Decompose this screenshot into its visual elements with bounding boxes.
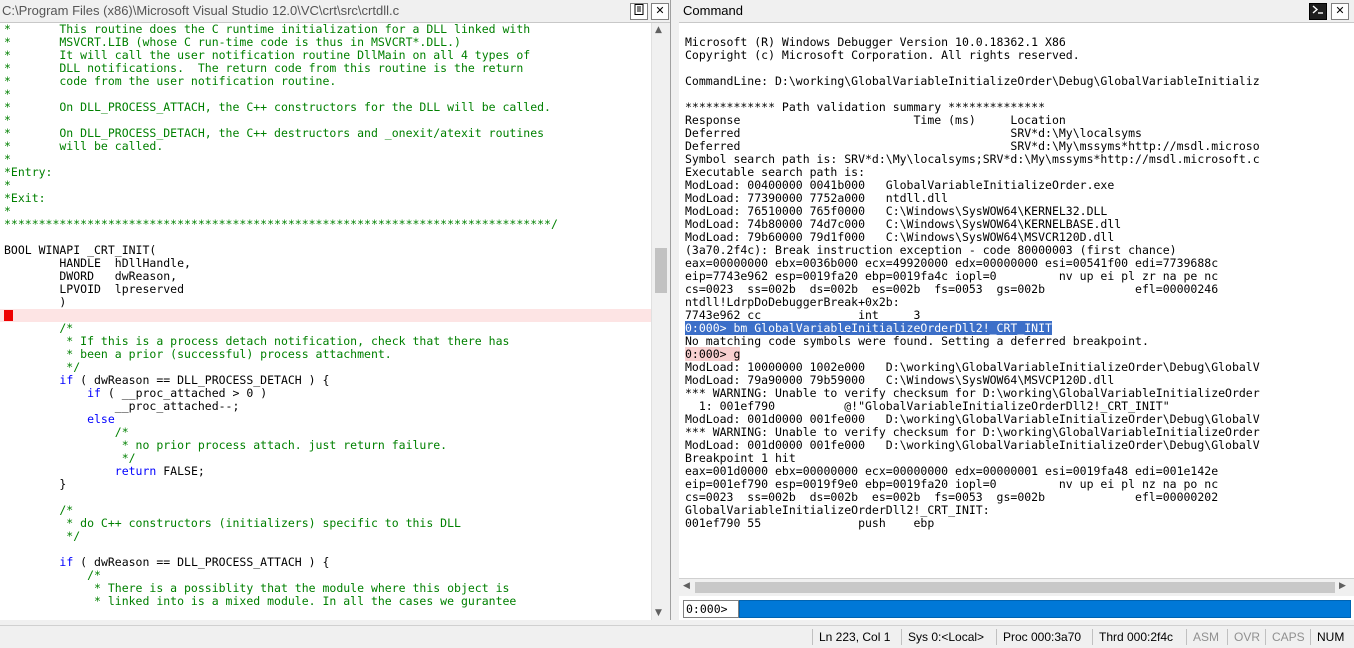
debugger-output: Microsoft (R) Windows Debugger Version 1… [679,23,1354,543]
output-line: No matching code symbols were found. Set… [685,334,1149,348]
output-line: Copyright (c) Microsoft Corporation. All… [685,48,1080,62]
command-title: Command [683,3,743,18]
source-vertical-scrollbar[interactable]: ▲ ▼ [651,23,670,620]
code-line: *Exit: [4,191,46,205]
command-output[interactable]: Microsoft (R) Windows Debugger Version 1… [679,23,1354,578]
code-line: return FALSE; [114,464,205,478]
code-line: *Entry: [4,165,53,179]
status-item: Thrd 000:2f4c [1092,629,1179,645]
status-bar: Ln 223, Col 1 Sys 0:<Local> Proc 000:3a70 T… [0,625,1354,648]
output-line: 001ef790 55 push ebp [685,516,935,530]
code-line: * [4,152,11,166]
code-line: * do C++ constructors (initializers) spe… [4,516,461,530]
scrollbar-thumb[interactable] [655,248,667,293]
code-line: * code from the user notification routin… [4,74,337,88]
pane-splitter[interactable] [671,0,679,620]
code-line [0,309,651,322]
scrollbar-thumb[interactable] [695,582,1335,593]
command-window: Command ✕ Microsoft (R) Windows Debugger… [679,0,1354,620]
source-code: * This routine does the C runtime initia… [0,23,651,608]
close-icon[interactable]: ✕ [651,3,669,20]
status-item: ASM [1186,629,1225,645]
code-line: ****************************************… [4,217,558,231]
status-item: NUM [1310,629,1350,645]
source-title: C:\Program Files (x86)\Microsoft Visual … [2,3,400,18]
status-item: CAPS [1265,629,1311,645]
command-titlebar: Command ✕ [679,0,1354,23]
code-line: LPVOID lpreserved [4,282,185,296]
status-item: OVR [1227,629,1266,645]
code-line: * linked into is a mixed module. In all … [4,594,517,608]
scroll-left-icon[interactable]: ◀ [683,581,690,591]
code-line: } [4,477,67,491]
source-window: C:\Program Files (x86)\Microsoft Visual … [0,0,671,620]
command-prompt-icon[interactable] [1309,3,1327,20]
source-code-view[interactable]: * This routine does the C runtime initia… [0,23,651,620]
command-horizontal-scrollbar[interactable]: ◀ ▶ [679,578,1354,596]
close-icon[interactable]: ✕ [1331,3,1349,20]
code-line: * will be called. [4,139,164,153]
code-line: * [4,178,11,192]
scroll-up-icon[interactable]: ▲ [655,25,662,35]
code-line: * been a prior (successful) process atta… [4,347,392,361]
source-titlebar: C:\Program Files (x86)\Microsoft Visual … [0,0,670,23]
document-icon[interactable] [630,3,648,20]
scroll-down-icon[interactable]: ▼ [655,608,662,618]
output-line: CommandLine: D:\working\GlobalVariableIn… [685,74,1260,88]
status-item: Sys 0:<Local> [901,629,990,645]
status-item: Ln 223, Col 1 [812,629,896,645]
command-prompt: 0:000> [683,600,739,618]
scroll-right-icon[interactable]: ▶ [1339,581,1346,591]
code-line: * On DLL_PROCESS_ATTACH, the C++ constru… [4,100,551,114]
code-line: ) [4,295,67,309]
breakpoint-icon[interactable] [4,310,13,321]
command-input[interactable] [739,600,1351,618]
code-line: */ [4,529,81,543]
status-item: Proc 000:3a70 [996,629,1087,645]
command-input-row: 0:000> [679,598,1354,618]
